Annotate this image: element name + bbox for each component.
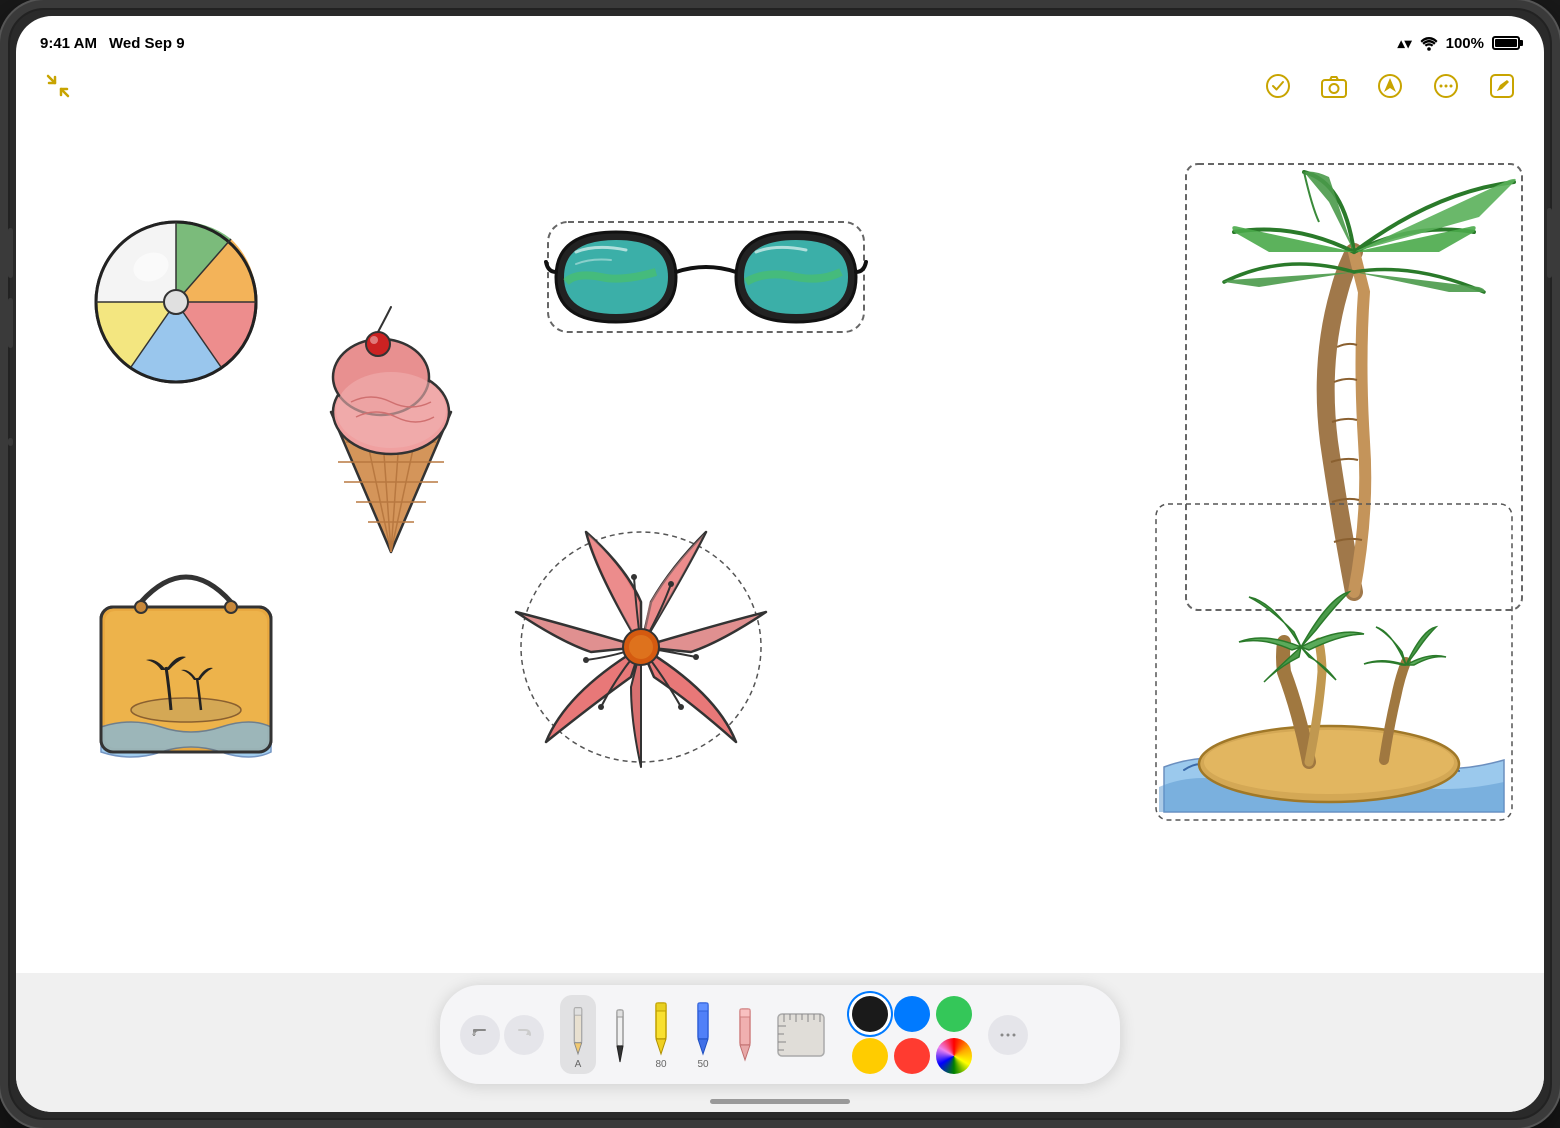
pen-tool[interactable] bbox=[604, 1002, 636, 1068]
home-indicator bbox=[710, 1099, 850, 1104]
redo-button[interactable] bbox=[504, 1015, 544, 1055]
location-button[interactable] bbox=[1372, 68, 1408, 104]
status-right: ▴▾ 100% bbox=[1398, 35, 1520, 52]
highlighter-opacity: 80 bbox=[655, 1059, 666, 1070]
battery-indicator bbox=[1492, 36, 1520, 50]
volume-up-button[interactable] bbox=[8, 228, 13, 278]
red-color-swatch[interactable] bbox=[894, 1038, 930, 1074]
rainbow-color-swatch[interactable] bbox=[936, 1038, 972, 1074]
bottom-toolbar-container: A 80 bbox=[16, 973, 1544, 1112]
marker-tool[interactable]: 50 bbox=[686, 995, 720, 1074]
status-left: 9:41 AM Wed Sep 9 bbox=[40, 35, 185, 52]
status-bar: 9:41 AM Wed Sep 9 ▴▾ 100% bbox=[16, 16, 1544, 64]
blue-color-swatch[interactable] bbox=[894, 996, 930, 1032]
yellow-color-swatch[interactable] bbox=[852, 1038, 888, 1074]
more-options-button[interactable] bbox=[988, 1015, 1028, 1055]
color-palette bbox=[852, 996, 972, 1074]
undo-button[interactable] bbox=[460, 1015, 500, 1055]
wifi-signal-icon bbox=[1420, 36, 1438, 50]
green-color-swatch[interactable] bbox=[936, 996, 972, 1032]
crayon-tool[interactable] bbox=[728, 1001, 762, 1069]
drawing-tools-bar: A 80 bbox=[440, 985, 1120, 1084]
ipad-frame: 9:41 AM Wed Sep 9 ▴▾ 100% bbox=[0, 0, 1560, 1128]
camera-button[interactable] bbox=[1316, 68, 1352, 104]
edit-button[interactable] bbox=[1484, 68, 1520, 104]
ice-cream-drawing bbox=[306, 292, 476, 562]
ruler-tool[interactable] bbox=[770, 1002, 832, 1068]
date-display: Wed Sep 9 bbox=[109, 35, 185, 52]
beach-bag-drawing bbox=[81, 542, 291, 772]
more-button[interactable] bbox=[1428, 68, 1464, 104]
sunglasses-drawing bbox=[546, 212, 866, 342]
screen: 9:41 AM Wed Sep 9 ▴▾ 100% bbox=[16, 16, 1544, 1112]
time-display: 9:41 AM bbox=[40, 35, 97, 52]
black-color-swatch[interactable] bbox=[852, 996, 888, 1032]
font-tool[interactable]: A bbox=[560, 995, 596, 1074]
undo-redo-group bbox=[460, 1015, 544, 1055]
font-tool-label: A bbox=[575, 1059, 582, 1070]
done-button[interactable] bbox=[1260, 68, 1296, 104]
marker-opacity: 50 bbox=[697, 1059, 708, 1070]
app-toolbar bbox=[16, 64, 1544, 112]
power-button[interactable] bbox=[1547, 208, 1552, 278]
drawing-canvas[interactable] bbox=[16, 112, 1544, 973]
wifi-icon: ▴▾ bbox=[1398, 35, 1412, 52]
tropical-island-drawing bbox=[1154, 502, 1514, 822]
hibiscus-drawing bbox=[506, 512, 776, 782]
collapse-button[interactable] bbox=[40, 68, 76, 104]
beach-ball-drawing bbox=[76, 192, 276, 392]
volume-down-button[interactable] bbox=[8, 298, 13, 348]
connector bbox=[8, 438, 13, 446]
battery-percent: 100% bbox=[1446, 35, 1484, 52]
highlighter-tool[interactable]: 80 bbox=[644, 995, 678, 1074]
